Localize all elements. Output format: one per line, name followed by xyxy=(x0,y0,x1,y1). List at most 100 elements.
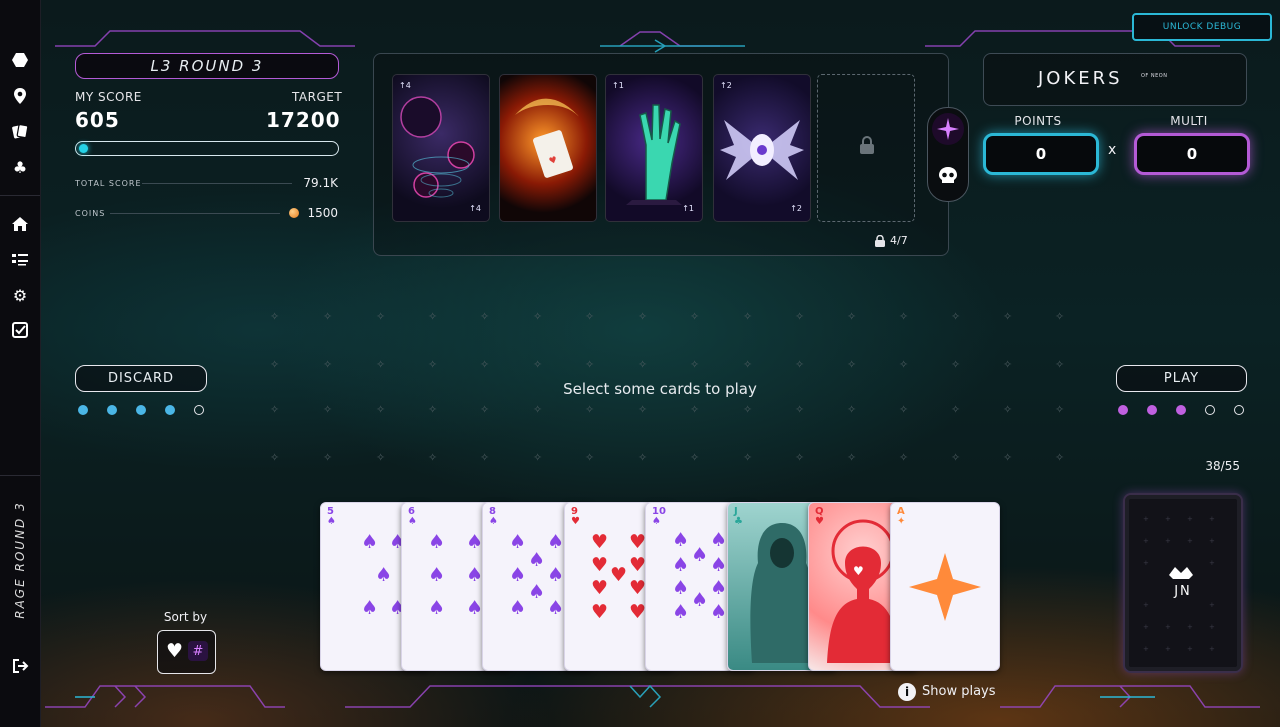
deck[interactable]: + + + + + + + + + + + + + + + + + + + + JN xyxy=(1123,493,1243,673)
planets-joker[interactable]: ↑4 ↑4 xyxy=(392,74,490,222)
winged-eye-joker[interactable]: ↑2 ↑2 xyxy=(713,74,811,222)
card-pip: ♠ xyxy=(466,564,484,586)
card-pip: ♠ xyxy=(547,531,565,553)
grid-sparkle: ✧ xyxy=(638,451,648,464)
card-pip: ♠ xyxy=(672,529,690,551)
grid-sparkle: ✧ xyxy=(270,451,280,464)
multi-value: 0 xyxy=(1134,133,1250,175)
remaining-dot-empty xyxy=(1205,405,1215,415)
grid-sparkle: ✧ xyxy=(795,403,805,416)
multi-label: MULTI xyxy=(1170,114,1208,128)
card-pip: ♠ xyxy=(710,577,728,599)
grid-sparkle: ✧ xyxy=(270,358,280,371)
club-icon[interactable]: ♣ xyxy=(10,157,30,177)
unlock-debug-button[interactable]: UNLOCK DEBUG xyxy=(1132,13,1272,41)
svg-text:+: + xyxy=(1143,537,1149,545)
sparkle-toggle-button[interactable] xyxy=(932,113,964,145)
sort-by-rank-button[interactable]: # xyxy=(188,641,208,661)
logout-icon[interactable] xyxy=(10,656,30,676)
card-pip: ♠ xyxy=(691,589,709,611)
sidebar: ♣ ⚙ RAGE ROUND 3 xyxy=(0,0,41,727)
show-plays-link[interactable]: Show plays xyxy=(922,684,996,699)
card-pip: ♥ xyxy=(610,564,628,586)
grid-sparkle: ✧ xyxy=(270,310,280,323)
grid-sparkle: ✧ xyxy=(533,451,543,464)
card-rank-suit: ♠ xyxy=(489,516,498,527)
gear-icon[interactable]: ⚙ xyxy=(10,285,30,305)
svg-text:+: + xyxy=(1187,623,1193,631)
info-icon[interactable]: i xyxy=(898,683,916,701)
sort-by-suit-button[interactable]: ♥ xyxy=(166,640,183,662)
card-pip: ♥ xyxy=(591,577,609,599)
score-progress-bar xyxy=(75,141,339,156)
hand-card[interactable]: A ✦ xyxy=(890,502,1000,671)
card-rank-suit: ♠ xyxy=(408,516,417,527)
card-rank: 10 ♠ xyxy=(652,507,666,527)
card-rank: 8 ♠ xyxy=(489,507,498,527)
card-pip: ♥ xyxy=(629,531,647,553)
joker-tag-top: ↑2 xyxy=(720,81,732,90)
home-icon[interactable] xyxy=(10,214,30,234)
joker-mode-toggle xyxy=(927,107,969,202)
svg-text:+: + xyxy=(1165,623,1171,631)
grid-sparkle: ✧ xyxy=(428,358,438,371)
target-label: TARGET xyxy=(292,90,343,104)
winged-eye-art xyxy=(720,120,804,180)
grid-sparkle: ✧ xyxy=(1055,451,1065,464)
grid-sparkle: ✧ xyxy=(847,358,857,371)
game-logo: JOKERS OF NEON xyxy=(983,53,1247,106)
grid-sparkle: ✧ xyxy=(428,403,438,416)
fire-card-joker[interactable]: ♥ xyxy=(499,74,597,222)
discard-button[interactable]: DISCARD xyxy=(75,365,207,392)
sort-by-label: Sort by xyxy=(163,610,208,624)
remaining-dot-filled xyxy=(1176,405,1186,415)
card-pip: ♠ xyxy=(509,597,527,619)
grid-sparkle: ✧ xyxy=(585,310,595,323)
card-pip: ♠ xyxy=(528,581,546,603)
list-icon[interactable] xyxy=(10,249,30,269)
card-pip: ♥ xyxy=(591,554,609,576)
slots-lock-icon xyxy=(875,235,885,247)
card-pip: ♠ xyxy=(672,601,690,623)
grid-sparkle: ✧ xyxy=(533,403,543,416)
zombie-hand-joker[interactable]: ↑1 ↑1 xyxy=(605,74,703,222)
card-pip: ♠ xyxy=(710,529,728,551)
grid-sparkle: ✧ xyxy=(376,310,386,323)
grid-sparkle: ✧ xyxy=(1003,451,1013,464)
svg-text:+: + xyxy=(1187,537,1193,545)
card-pip: ♠ xyxy=(509,531,527,553)
checkbox-icon[interactable] xyxy=(10,320,30,340)
grid-sparkle: ✧ xyxy=(270,403,280,416)
play-button[interactable]: PLAY xyxy=(1116,365,1247,392)
cards-icon[interactable] xyxy=(10,121,30,141)
svg-text:+: + xyxy=(1143,515,1149,523)
hex-icon[interactable] xyxy=(10,50,30,70)
grid-sparkle: ✧ xyxy=(847,451,857,464)
grid-sparkle: ✧ xyxy=(743,310,753,323)
ace-star-art xyxy=(891,503,999,670)
coins-label: COINS xyxy=(75,209,106,218)
card-rank: 5 ♠ xyxy=(327,507,336,527)
grid-sparkle: ✧ xyxy=(323,451,333,464)
remaining-dot-filled xyxy=(78,405,88,415)
grid-sparkle: ✧ xyxy=(638,403,648,416)
grid-sparkle: ✧ xyxy=(690,310,700,323)
card-pip: ♠ xyxy=(428,564,446,586)
grid-sparkle: ✧ xyxy=(376,403,386,416)
svg-text:+: + xyxy=(1209,645,1215,653)
skull-toggle-button[interactable] xyxy=(932,160,964,192)
grid-sparkle: ✧ xyxy=(376,358,386,371)
grid-sparkle: ✧ xyxy=(480,451,490,464)
grid-sparkle: ✧ xyxy=(480,310,490,323)
card-pip: ♠ xyxy=(428,597,446,619)
card-pip: ♠ xyxy=(428,531,446,553)
svg-text:+: + xyxy=(1209,537,1215,545)
grid-sparkle: ✧ xyxy=(1055,403,1065,416)
sort-toggle[interactable]: ♥ # xyxy=(157,630,216,674)
svg-text:+: + xyxy=(1187,515,1193,523)
grid-sparkle: ✧ xyxy=(899,403,909,416)
grid-sparkle: ✧ xyxy=(743,403,753,416)
joker-tag-bottom: ↑4 xyxy=(469,204,481,213)
grid-sparkle: ✧ xyxy=(1055,358,1065,371)
map-pin-icon[interactable] xyxy=(10,86,30,106)
